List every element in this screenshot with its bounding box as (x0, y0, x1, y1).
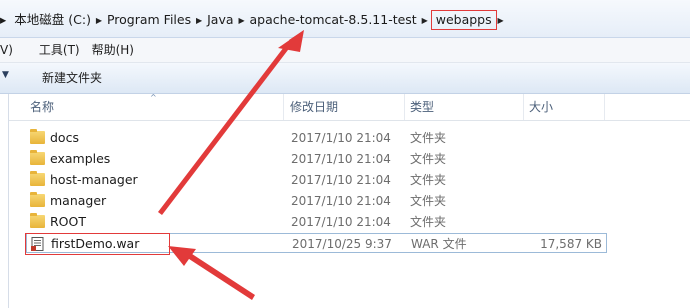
column-divider[interactable] (523, 94, 524, 120)
file-type: 文件夹 (410, 194, 447, 208)
column-header-size[interactable]: 大小 (529, 94, 553, 120)
file-type: 文件夹 (410, 173, 447, 187)
file-type: 文件夹 (410, 215, 447, 229)
list-item[interactable]: ROOT 2017/1/10 21:04 文件夹 (26, 212, 607, 232)
file-name: docs (50, 130, 79, 145)
sort-indicator-icon: ^ (150, 93, 157, 102)
file-name: firstDemo.war (51, 236, 140, 251)
folder-icon (30, 171, 45, 186)
column-header-type[interactable]: 类型 (410, 94, 434, 120)
file-type: 文件夹 (410, 152, 447, 166)
address-bar[interactable]: ▸ 本地磁盘 (C:) ▶ Program Files ▶ Java ▶ apa… (0, 0, 690, 38)
organize-dropdown-icon[interactable]: ▼ (2, 70, 9, 80)
menu-tools[interactable]: 工具(T) (33, 39, 86, 61)
file-size: 17,587 KB (540, 237, 602, 251)
file-modified: 2017/1/10 21:04 (291, 131, 391, 145)
file-name: host-manager (50, 172, 138, 187)
file-type: WAR 文件 (411, 237, 467, 251)
column-divider[interactable] (283, 94, 284, 120)
list-item-selected[interactable]: firstDemo.war 2017/10/25 9:37 WAR 文件 17,… (26, 233, 607, 253)
column-header-name[interactable]: 名称 (30, 94, 54, 120)
breadcrumb-item-local-disk[interactable]: 本地磁盘 (C:) (10, 10, 95, 30)
breadcrumb-item-webapps[interactable]: webapps (430, 10, 497, 30)
file-modified: 2017/1/10 21:04 (291, 194, 391, 208)
menu-bar: V) 工具(T) 帮助(H) (0, 38, 690, 63)
file-name: ROOT (50, 214, 86, 229)
file-type: 文件夹 (410, 131, 447, 145)
breadcrumb-separator-icon[interactable]: ▶ (238, 10, 246, 30)
breadcrumb-separator-icon[interactable]: ▶ (421, 10, 429, 30)
breadcrumb-item-tomcat[interactable]: apache-tomcat-8.5.11-test (246, 10, 421, 30)
new-folder-button[interactable]: 新建文件夹 (36, 68, 108, 88)
menu-view[interactable]: V) (0, 39, 19, 61)
column-header-row: ^ 名称 修改日期 类型 大小 (9, 93, 690, 121)
breadcrumb: ▸ 本地磁盘 (C:) ▶ Program Files ▶ Java ▶ apa… (0, 9, 505, 31)
column-header-modified[interactable]: 修改日期 (290, 94, 338, 120)
breadcrumb-separator-icon[interactable]: ▶ (95, 10, 103, 30)
breadcrumb-item-java[interactable]: Java (203, 10, 237, 30)
column-divider[interactable] (404, 94, 405, 120)
folder-icon (30, 129, 45, 144)
file-list: ^ 名称 修改日期 类型 大小 docs 2017/1/10 21:04 文件夹… (8, 93, 690, 308)
list-item[interactable]: host-manager 2017/1/10 21:04 文件夹 (26, 170, 607, 190)
breadcrumb-separator-icon[interactable]: ▶ (195, 10, 203, 30)
file-modified: 2017/10/25 9:37 (292, 237, 392, 251)
breadcrumb-separator-icon[interactable]: ▶ (497, 10, 505, 30)
column-divider[interactable] (604, 94, 605, 120)
file-modified: 2017/1/10 21:04 (291, 215, 391, 229)
list-item[interactable]: examples 2017/1/10 21:04 文件夹 (26, 149, 607, 169)
file-modified: 2017/1/10 21:04 (291, 152, 391, 166)
folder-icon (30, 213, 45, 228)
command-bar: ▼ 新建文件夹 (0, 63, 690, 94)
file-name: examples (50, 151, 111, 166)
list-item[interactable]: docs 2017/1/10 21:04 文件夹 (26, 128, 607, 148)
folder-icon (30, 192, 45, 207)
breadcrumb-overflow-chevron[interactable]: ▸ (0, 10, 10, 30)
list-item[interactable]: manager 2017/1/10 21:04 文件夹 (26, 191, 607, 211)
menu-help[interactable]: 帮助(H) (86, 39, 140, 61)
file-modified: 2017/1/10 21:04 (291, 173, 391, 187)
folder-icon (30, 150, 45, 165)
war-file-icon (31, 237, 46, 251)
breadcrumb-item-program-files[interactable]: Program Files (103, 10, 195, 30)
file-name: manager (50, 193, 107, 208)
